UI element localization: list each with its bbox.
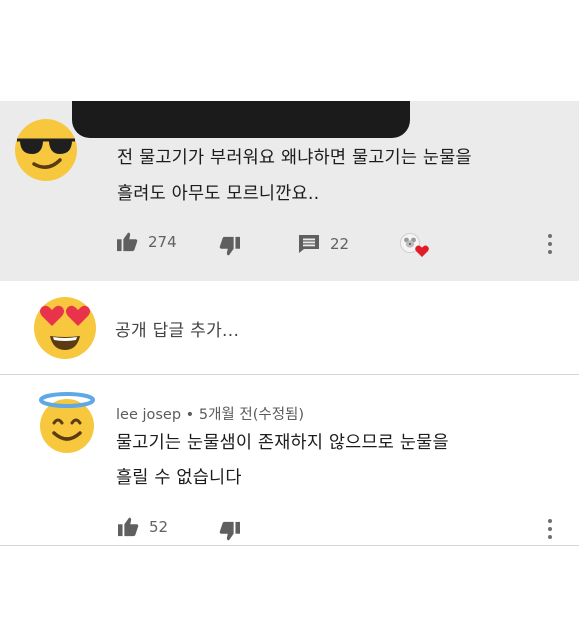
reply-like-count: 52 <box>149 518 169 536</box>
bottom-divider <box>0 545 579 546</box>
dislike-button[interactable] <box>219 236 241 256</box>
reply-placeholder[interactable]: 공개 답글 추가... <box>115 316 239 341</box>
reply-button[interactable]: 22 <box>298 234 349 254</box>
thumbs-up-icon <box>116 232 138 252</box>
reply-count: 22 <box>330 235 350 253</box>
author-name[interactable]: lee josep <box>116 407 181 423</box>
comment-text-line-2: 흘려도 아무도 모르니깐요.. <box>117 184 320 204</box>
comment-time: 5개월 전(수정됨) <box>198 407 305 423</box>
more-options-button[interactable] <box>543 233 557 255</box>
redacted-username-bar <box>72 101 410 138</box>
divider <box>0 374 579 375</box>
thumbs-up-icon <box>117 517 139 537</box>
reply-text-line-2: 흘릴 수 없습니다 <box>116 468 242 488</box>
heart-eyes-emoji-icon <box>33 296 97 360</box>
meta-separator: • <box>185 407 195 423</box>
reply-icon <box>298 234 320 254</box>
reply-more-options-button[interactable] <box>543 518 557 540</box>
reply-dislike-button[interactable] <box>219 521 241 541</box>
creator-heart-badge <box>400 233 429 257</box>
like-count: 274 <box>148 233 177 251</box>
comment-text-line-1: 전 물고기가 부러워요 왜냐하면 물고기는 눈물을 <box>117 148 472 168</box>
heart-icon <box>415 245 429 257</box>
halo-emoji-icon[interactable] <box>37 392 97 454</box>
reply-like-button[interactable]: 52 <box>117 517 168 537</box>
like-button[interactable]: 274 <box>116 232 177 252</box>
reply-text-line-1: 물고기는 눈물샘이 존재하지 않으므로 눈물을 <box>116 433 449 453</box>
sunglasses-emoji-icon[interactable] <box>14 118 78 182</box>
thumbs-down-icon <box>219 236 241 256</box>
thumbs-down-icon <box>219 521 241 541</box>
comment-meta: lee josep • 5개월 전(수정됨) <box>116 403 304 424</box>
